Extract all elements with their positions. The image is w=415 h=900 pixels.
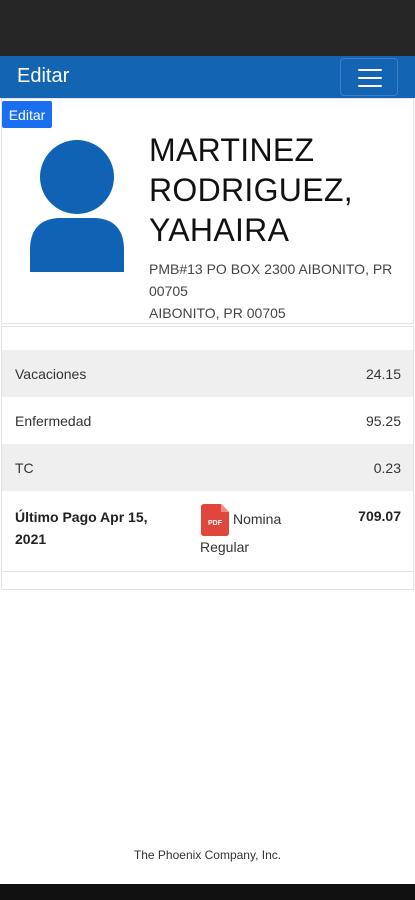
- navbar: Editar: [0, 56, 415, 98]
- balance-value: 0.23: [373, 460, 401, 476]
- navigation-bar: [0, 884, 415, 900]
- balance-label: TC: [15, 460, 34, 476]
- balance-label: Vacaciones: [15, 366, 87, 382]
- footer-company: The Phoenix Company, Inc.: [133, 848, 282, 862]
- balance-row-enfermedad: Enfermedad 95.25: [2, 397, 413, 444]
- balance-label: Enfermedad: [15, 413, 92, 429]
- edit-button[interactable]: Editar: [2, 101, 52, 128]
- hamburger-icon: [358, 69, 382, 71]
- balance-value: 24.15: [365, 366, 401, 382]
- last-payment-label: Último Pago Apr 15, 2021: [15, 509, 148, 547]
- balance-value: 95.25: [365, 413, 401, 429]
- page-title: Editar: [17, 65, 70, 87]
- hamburger-icon-line: [358, 77, 382, 79]
- payslip-link-line2[interactable]: Regular: [200, 539, 249, 555]
- status-bar: [0, 0, 415, 56]
- last-payment-row: Último Pago Apr 15, 2021 PDF Nomina Regu…: [2, 492, 413, 572]
- employee-name: MARTINEZ RODRIGUEZ, YAHAIRA: [149, 132, 353, 248]
- pdf-icon-text: PDF: [208, 520, 223, 527]
- menu-button[interactable]: [340, 58, 398, 96]
- employee-address: PMB#13 PO BOX 2300 AIBONITO, PR 00705 AI…: [149, 261, 393, 321]
- avatar-icon: [30, 140, 124, 272]
- hamburger-icon-line: [358, 85, 382, 87]
- payslip-link[interactable]: Nomina: [233, 511, 281, 527]
- pdf-icon[interactable]: PDF: [201, 504, 229, 536]
- balance-row-vacaciones: Vacaciones 24.15: [2, 350, 413, 397]
- balance-row-tc: TC 0.23: [2, 444, 413, 491]
- last-payment-amount: 709.07: [358, 508, 401, 524]
